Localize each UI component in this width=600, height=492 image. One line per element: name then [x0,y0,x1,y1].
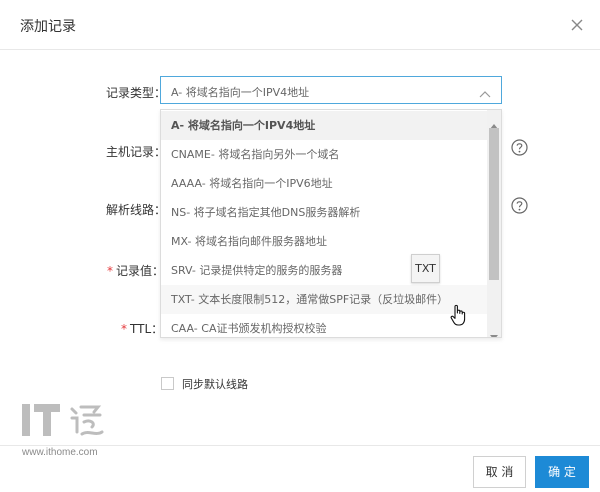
dialog-title: 添加记录 [20,19,76,35]
required-mark: * [121,322,127,336]
dropdown-option[interactable]: NS- 将子域名指定其他DNS服务器解析 [161,198,487,227]
watermark-url: www.ithome.com [22,447,98,458]
close-icon[interactable] [569,17,585,33]
record-type-label: 记录类型： [106,86,167,100]
ttl-text: TTL： [130,322,164,336]
sync-default-checkbox[interactable] [161,377,174,390]
dropdown-option[interactable]: AAAA- 将域名指向一个IPV6地址 [161,169,487,198]
record-value-label: * 记录值： [107,262,164,279]
ok-button[interactable]: 确 定 [535,456,589,488]
footer-divider [0,445,600,446]
dialog-header: 添加记录 [0,0,600,50]
option-tooltip: TXT [411,254,440,283]
hand-cursor-icon [449,303,469,327]
record-value-text: 记录值： [116,264,165,278]
chevron-up-icon [479,85,491,98]
ttl-label: * TTL： [121,320,163,337]
question-circle-icon[interactable] [511,197,528,214]
sync-default-label: 同步默认线路 [182,378,248,391]
record-type-select[interactable]: A- 将域名指向一个IPV4地址 [160,76,502,104]
dropdown-option[interactable]: TXT- 文本长度限制512，通常做SPF记录（反垃圾邮件） [161,285,487,314]
scroll-down-arrow-icon[interactable] [490,326,498,337]
dropdown-option[interactable]: MX- 将域名指向邮件服务器地址 [161,227,487,256]
resolve-line-label: 解析线路： [106,203,167,217]
ithome-logo [20,400,120,440]
required-mark: * [107,264,113,278]
dropdown-scrollbar[interactable] [487,110,501,337]
dropdown-option[interactable]: CAA- CA证书颁发机构授权校验 [161,314,487,337]
host-record-label: 主机记录： [106,145,167,159]
question-circle-icon[interactable] [511,139,528,156]
cancel-button[interactable]: 取 消 [473,456,526,488]
scroll-up-arrow-icon[interactable] [490,114,498,129]
dropdown-option[interactable]: A- 将域名指向一个IPV4地址 [161,111,487,140]
dropdown-option[interactable]: CNAME- 将域名指向另外一个域名 [161,140,487,169]
scrollbar-thumb[interactable] [489,128,499,280]
record-type-value: A- 将域名指向一个IPV4地址 [171,86,310,99]
